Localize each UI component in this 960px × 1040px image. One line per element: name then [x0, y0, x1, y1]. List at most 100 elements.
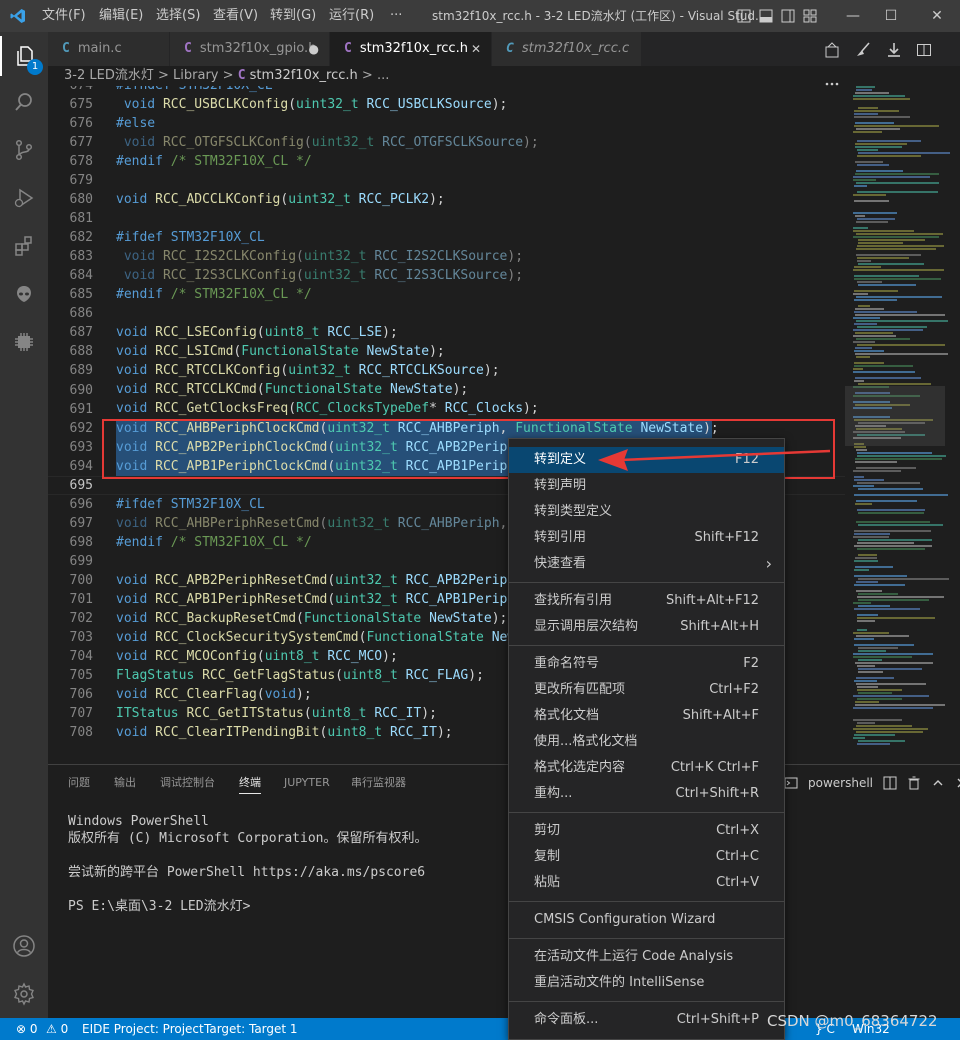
line-number: 681	[69, 211, 93, 226]
vscode-logo-icon[interactable]	[10, 8, 26, 24]
menu-item-peek[interactable]: 快速查看 ›	[509, 551, 784, 577]
menu-run[interactable]: 运行(R)	[329, 0, 374, 32]
menu-item-format-document-with[interactable]: 使用...格式化文档	[509, 729, 784, 755]
minimap-line	[853, 656, 912, 658]
menu-view[interactable]: 查看(V)	[213, 0, 258, 32]
panel-tab-output[interactable]: 输出	[114, 773, 136, 793]
minimap-line	[858, 605, 890, 607]
code-line: void RCC_RTCCLKConfig(uint32_t RCC_RTCCL…	[116, 363, 500, 378]
breadcrumb-tail[interactable]: > ...	[362, 68, 389, 83]
menu-item-paste[interactable]: 粘贴 Ctrl+V	[509, 870, 784, 896]
menu-item-format-document[interactable]: 格式化文档 Shift+Alt+F	[509, 703, 784, 729]
layout-toggle-icons[interactable]	[737, 9, 817, 23]
tab-rcc-h[interactable]: Cstm32f10x_rcc.h ✕	[330, 32, 492, 66]
menu-item-change-all-occurrences[interactable]: 更改所有匹配项 Ctrl+F2	[509, 677, 784, 703]
minimap-line	[854, 575, 907, 577]
search-button[interactable]	[0, 82, 48, 122]
split-terminal-icon[interactable]	[883, 776, 897, 790]
customize-layout-icon[interactable]	[803, 9, 817, 23]
status-warnings[interactable]: ⚠ 0	[46, 1018, 68, 1040]
menu-file[interactable]: 文件(F)	[42, 0, 86, 32]
minimap-viewport[interactable]	[845, 386, 945, 446]
breadcrumb-library[interactable]: Library	[173, 68, 218, 83]
menu-item-show-call-hierarchy[interactable]: 显示调用层次结构 Shift+Alt+H	[509, 614, 784, 640]
line-number: 684	[69, 268, 93, 283]
eide-button[interactable]	[0, 322, 48, 362]
tab-main-c[interactable]: Cmain.c	[48, 32, 170, 66]
terminal-prompt[interactable]: PS E:\桌面\3-2 LED流水灯>	[68, 898, 250, 915]
panel-tab-problems[interactable]: 问题	[68, 773, 90, 793]
minimap-line	[857, 509, 925, 511]
breadcrumb-file[interactable]: stm32f10x_rcc.h	[250, 68, 358, 83]
minimap-line	[855, 458, 942, 460]
minimap-line	[854, 644, 914, 646]
unsaved-dot-icon[interactable]: ●	[309, 32, 319, 66]
minimap-line	[857, 617, 935, 619]
menu-item-go-to-references[interactable]: 转到引用 Shift+F12	[509, 525, 784, 551]
terminal-icon	[784, 777, 798, 789]
toggle-panel-icon[interactable]	[759, 9, 773, 23]
breadcrumb: 3-2 LED流水灯 > Library > C stm32f10x_rcc.h…	[48, 66, 848, 86]
trash-icon[interactable]	[907, 776, 921, 790]
extensions-button[interactable]	[0, 226, 48, 266]
menu-item-format-selection[interactable]: 格式化选定内容 Ctrl+K Ctrl+F	[509, 755, 784, 781]
chip-icon	[15, 333, 33, 351]
panel-tab-debug-console[interactable]: 调试控制台	[160, 773, 215, 793]
terminal-shell-name[interactable]: powershell	[808, 776, 873, 790]
menu-item-find-all-references[interactable]: 查找所有引用 Shift+Alt+F12	[509, 588, 784, 614]
close-tab-icon[interactable]: ✕	[471, 32, 481, 66]
status-errors[interactable]: ⊗ 0	[16, 1018, 38, 1040]
tab-gpio-h[interactable]: Cstm32f10x_gpio.h ●	[170, 32, 330, 66]
menu-selection[interactable]: 选择(S)	[156, 0, 200, 32]
toggle-secondary-sidebar-icon[interactable]	[781, 9, 795, 23]
menu-item-go-to-type-definition[interactable]: 转到类型定义	[509, 499, 784, 525]
code-line: void RCC_LSICmd(FunctionalState NewState…	[116, 344, 445, 359]
explorer-button[interactable]: 1	[0, 36, 48, 76]
minimap-line	[858, 383, 931, 385]
panel-tab-terminal[interactable]: 终端	[239, 773, 261, 794]
menu-item-rename-symbol[interactable]: 重命名符号 F2	[509, 651, 784, 677]
source-control-button[interactable]	[0, 130, 48, 170]
minimap-line	[857, 452, 932, 454]
minimap-line	[858, 647, 898, 649]
menu-item-copy[interactable]: 复制 Ctrl+C	[509, 844, 784, 870]
menu-edit[interactable]: 编辑(E)	[99, 0, 143, 32]
menu-item-refactor[interactable]: 重构... Ctrl+Shift+R	[509, 781, 784, 807]
menu-item-command-palette[interactable]: 命令面板... Ctrl+Shift+P	[509, 1007, 784, 1033]
accounts-button[interactable]	[0, 926, 48, 966]
close-panel-icon[interactable]	[955, 776, 960, 790]
maximize-panel-icon[interactable]	[931, 776, 945, 790]
minimap-line	[853, 737, 865, 739]
split-editor-icon[interactable]	[916, 42, 932, 58]
run-debug-button[interactable]	[0, 178, 48, 218]
download-icon[interactable]	[886, 42, 902, 58]
tab-rcc-c[interactable]: Cstm32f10x_rcc.c	[492, 32, 642, 66]
minimap-line	[853, 131, 882, 133]
menu-item-restart-intellisense[interactable]: 重启活动文件的 IntelliSense	[509, 970, 784, 996]
minimap-line	[854, 275, 919, 277]
manage-button[interactable]	[0, 974, 48, 1014]
minimap-line	[857, 155, 921, 157]
status-eide-project[interactable]: EIDE Project: Project	[82, 1018, 204, 1040]
broom-icon[interactable]	[855, 41, 871, 58]
minimap-line	[856, 182, 939, 184]
menu-item-cut[interactable]: 剪切 Ctrl+X	[509, 818, 784, 844]
breadcrumb-folder[interactable]: 3-2 LED流水灯	[64, 68, 154, 83]
menu-separator	[509, 938, 784, 939]
panel-tab-jupyter[interactable]: JUPYTER	[284, 773, 330, 793]
code-line: void RCC_LSEConfig(uint8_t RCC_LSE);	[116, 325, 398, 340]
platformio-button[interactable]	[0, 274, 48, 314]
toggle-sidebar-icon[interactable]	[737, 9, 751, 23]
menu-item-cmsis-wizard[interactable]: CMSIS Configuration Wizard	[509, 907, 784, 933]
panel-tab-serial-monitor[interactable]: 串行监视器	[351, 773, 406, 793]
close-window-button[interactable]: ✕	[914, 0, 960, 32]
menu-more[interactable]: ···	[390, 0, 402, 32]
eide-build-icon[interactable]	[824, 41, 840, 58]
menu-go[interactable]: 转到(G)	[270, 0, 316, 32]
status-target[interactable]: Target: Target 1	[204, 1018, 298, 1040]
minimap-line	[858, 668, 922, 670]
maximize-button[interactable]: ☐	[868, 0, 914, 32]
minimap[interactable]	[845, 86, 960, 764]
menu-item-run-code-analysis[interactable]: 在活动文件上运行 Code Analysis	[509, 944, 784, 970]
menu-item-go-to-declaration[interactable]: 转到声明	[509, 473, 784, 499]
